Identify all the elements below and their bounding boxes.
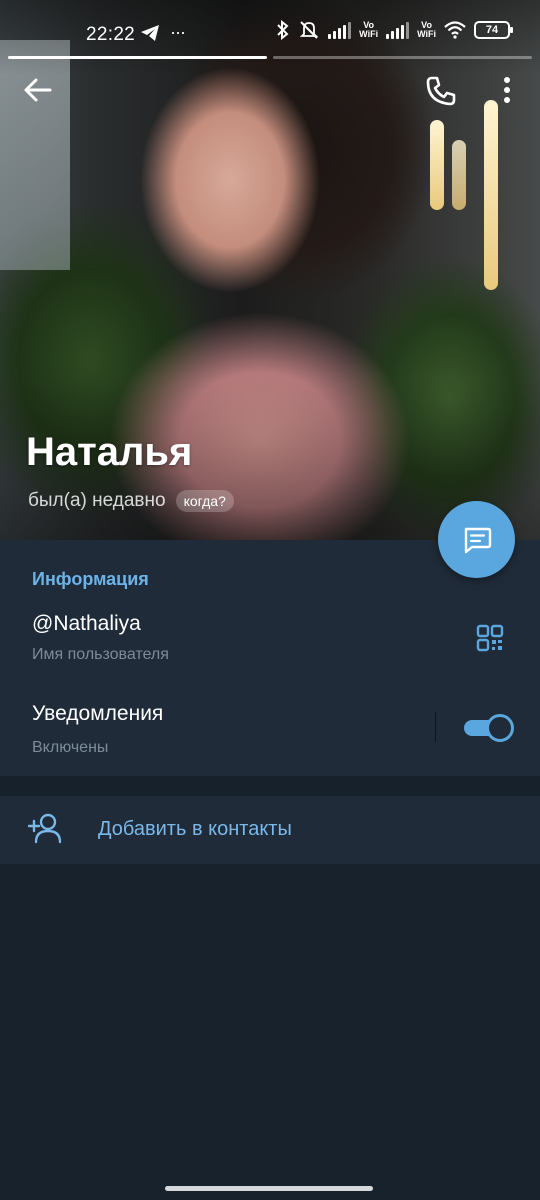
- notifications-title[interactable]: Уведомления: [32, 702, 163, 726]
- last-seen-row: был(а) недавно когда?: [28, 490, 234, 512]
- photo-progress-segment: [273, 56, 532, 59]
- battery-icon: 74: [474, 21, 513, 39]
- status-right-icons: Vo WiFi Vo WiFi 74: [276, 20, 513, 40]
- bluetooth-icon: [277, 20, 289, 40]
- username-label: Имя пользователя: [32, 646, 169, 663]
- notifications-toggle[interactable]: [464, 714, 514, 742]
- more-notifications-icon: ···: [170, 22, 186, 42]
- home-indicator[interactable]: [165, 1186, 373, 1191]
- qr-code-icon[interactable]: [474, 622, 506, 654]
- signal-icon: [328, 21, 352, 39]
- add-contact-row[interactable]: Добавить в контакты: [0, 796, 540, 864]
- profile-screen: 22:22 ··· Vo WiFi Vo WiFi 74 Наталья был…: [0, 0, 540, 1200]
- section-gap: [0, 776, 540, 796]
- last-seen-when-button[interactable]: когда?: [175, 490, 234, 512]
- photo-progress-segment: [8, 56, 267, 59]
- vowifi-icon: Vo WiFi: [359, 20, 379, 39]
- mute-icon: [299, 21, 319, 39]
- last-seen-text: был(а) недавно: [28, 490, 166, 511]
- message-icon: [464, 527, 491, 553]
- battery-level: 74: [485, 24, 499, 36]
- toggle-knob: [486, 714, 514, 742]
- vertical-divider: [435, 712, 436, 742]
- username-value[interactable]: @Nathaliya: [32, 612, 141, 636]
- back-arrow-icon[interactable]: [20, 72, 56, 108]
- add-contact-label: Добавить в контакты: [98, 818, 292, 840]
- status-time: 22:22: [86, 24, 136, 45]
- empty-area: [0, 864, 540, 1200]
- vowifi-icon: Vo WiFi: [417, 20, 436, 39]
- status-bar: 22:22 ··· Vo WiFi Vo WiFi 74: [0, 0, 540, 60]
- status-left-icons: ···: [140, 22, 186, 43]
- info-section: Информация @Nathaliya Имя пользователя У…: [0, 540, 540, 776]
- photo-progress: [8, 56, 532, 60]
- more-vertical-icon[interactable]: [496, 74, 518, 108]
- profile-name: Наталья: [26, 430, 193, 474]
- add-user-icon: [27, 813, 62, 844]
- wifi-icon: [444, 21, 466, 39]
- telegram-icon: [141, 24, 159, 41]
- signal-icon: [386, 21, 410, 39]
- notifications-state: Включены: [32, 739, 109, 756]
- section-title: Информация: [32, 569, 149, 589]
- message-button[interactable]: [438, 501, 515, 578]
- phone-icon[interactable]: [424, 74, 458, 108]
